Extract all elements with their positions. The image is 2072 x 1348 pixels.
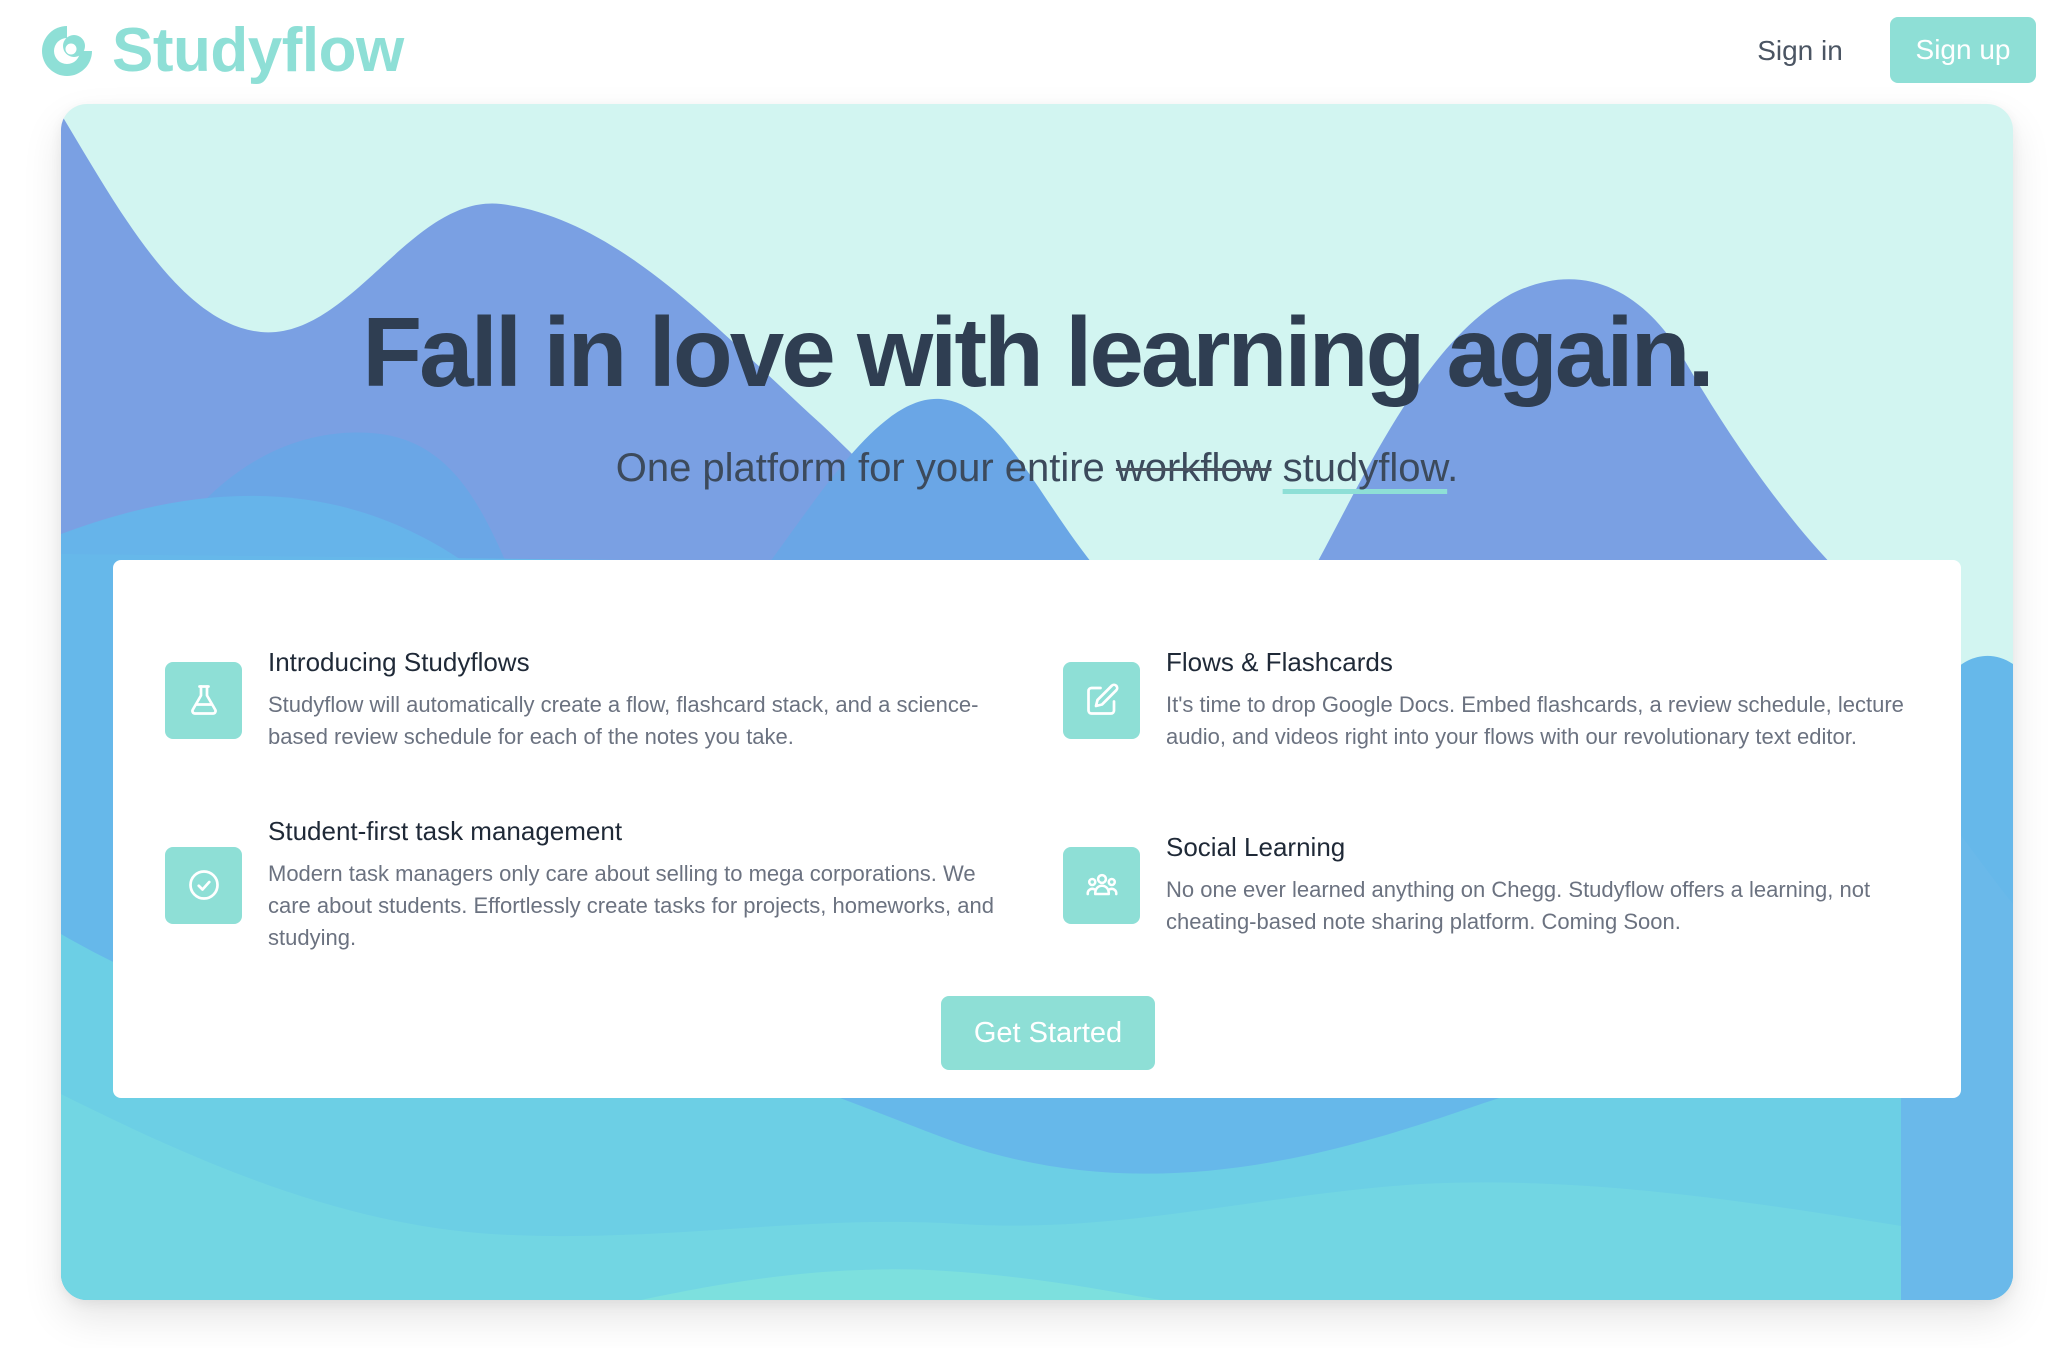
edit-icon [1086,683,1119,715]
subheadline-suffix: . [1447,446,1459,490]
feature-item-task-management: Student-first task management Modern tas… [165,805,1015,965]
feature-title: Social Learning [1166,832,1346,863]
feature-description: Studyflow will automatically create a fl… [268,691,979,749]
feature-text: Student-first task management Modern tas… [268,816,1015,953]
brand-link[interactable]: Studyflow [40,16,404,86]
feature-text: Introducing Studyflows Studyflow will au… [268,647,995,752]
feature-icon-box [165,661,242,739]
hero-headline: Fall in love with learning again. [362,297,1714,407]
top-navbar: Studyflow Sign in Sign up [0,0,2072,104]
studyflow-logo-icon [42,26,92,76]
feature-description: It's time to drop Google Docs. Embed fla… [1166,691,1904,749]
beaker-icon [190,685,217,715]
user-group-icon [1085,873,1118,896]
feature-title: Introducing Studyflows [268,647,530,678]
subheadline-prefix: One platform for your entire [615,446,1116,490]
sign-up-button[interactable]: Sign up [1890,17,2036,83]
feature-description: Modern task managers only care about sel… [268,860,994,950]
subheadline-space [1272,446,1283,490]
subheadline-highlight-word: studyflow [1282,446,1448,490]
feature-icon-box [165,846,242,924]
feature-title: Flows & Flashcards [1166,647,1393,678]
hero-subheadline: One platform for your entire workflow st… [61,444,2013,492]
feature-icon-box [1063,661,1140,739]
subheadline-struck-word: workflow [1115,446,1272,490]
feature-title: Student-first task management [268,816,623,847]
feature-text: Flows & Flashcards It's time to drop Goo… [1166,647,1913,752]
feature-item-flows-flashcards: Flows & Flashcards It's time to drop Goo… [1063,600,1913,800]
feature-item-studyflows: Introducing Studyflows Studyflow will au… [165,620,995,780]
get-started-button[interactable]: Get Started [941,996,1155,1070]
feature-item-social-learning: Social Learning No one ever learned anyt… [1063,805,1913,965]
feature-icon-box [1063,846,1140,924]
hero-section: Fall in love with learning again. One pl… [61,104,2013,1300]
sign-in-link[interactable]: Sign in [1740,26,1860,76]
check-circle-icon [188,870,219,900]
features-panel: Introducing Studyflows Studyflow will au… [113,560,1961,1098]
feature-text: Social Learning No one ever learned anyt… [1166,832,1913,937]
brand-name: Studyflow [112,16,404,85]
feature-description: No one ever learned anything on Chegg. S… [1166,876,1871,934]
